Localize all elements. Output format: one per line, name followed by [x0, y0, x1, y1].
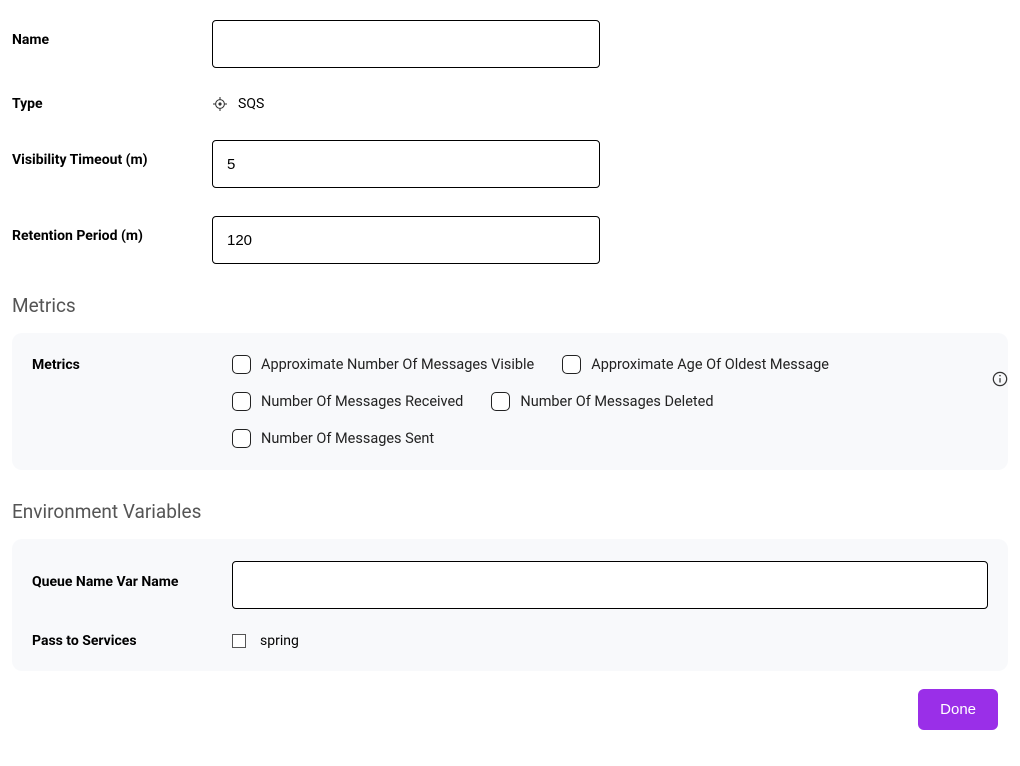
section-title-metrics: Metrics — [12, 294, 1008, 317]
row-retention-period: Retention Period (m) — [12, 216, 1008, 264]
input-retention-period[interactable] — [212, 216, 600, 264]
checkbox-label-approx-age: Approximate Age Of Oldest Message — [591, 356, 829, 373]
label-visibility-timeout: Visibility Timeout (m) — [12, 140, 212, 168]
checkbox-item-deleted: Number Of Messages Deleted — [491, 392, 713, 411]
info-icon[interactable] — [992, 371, 1008, 391]
checkbox-label-sent: Number Of Messages Sent — [261, 430, 434, 447]
row-name: Name — [12, 20, 1008, 68]
checkbox-label-received: Number Of Messages Received — [261, 393, 463, 410]
checkbox-item-sent: Number Of Messages Sent — [232, 429, 434, 448]
label-pass-services: Pass to Services — [32, 633, 232, 649]
panel-env: Queue Name Var Name Pass to Services spr… — [12, 539, 1008, 671]
section-title-env: Environment Variables — [12, 500, 1008, 523]
input-queue-var[interactable] — [232, 561, 988, 609]
row-pass-services: Pass to Services spring — [32, 633, 988, 649]
label-name: Name — [12, 20, 212, 48]
checkbox-deleted[interactable] — [491, 392, 510, 411]
label-retention-period: Retention Period (m) — [12, 216, 212, 244]
input-name[interactable] — [212, 20, 600, 68]
checkbox-item-approx-visible: Approximate Number Of Messages Visible — [232, 355, 534, 374]
row-visibility-timeout: Visibility Timeout (m) — [12, 140, 1008, 188]
checkbox-item-received: Number Of Messages Received — [232, 392, 463, 411]
panel-metrics: Metrics Approximate Number Of Messages V… — [12, 333, 1008, 470]
checkbox-item-approx-age: Approximate Age Of Oldest Message — [562, 355, 829, 374]
sqs-icon — [212, 96, 228, 112]
label-type: Type — [12, 96, 212, 112]
row-queue-var: Queue Name Var Name — [32, 561, 988, 609]
checkbox-label-deleted: Number Of Messages Deleted — [520, 393, 713, 410]
label-queue-var: Queue Name Var Name — [32, 561, 232, 593]
checkbox-label-approx-visible: Approximate Number Of Messages Visible — [261, 356, 534, 373]
checkbox-sent[interactable] — [232, 429, 251, 448]
row-type: Type SQS — [12, 96, 1008, 112]
done-button[interactable]: Done — [918, 689, 998, 730]
checkbox-received[interactable] — [232, 392, 251, 411]
label-metrics: Metrics — [32, 355, 232, 373]
value-type: SQS — [238, 96, 264, 112]
footer: Done — [12, 689, 1008, 730]
checkbox-approx-visible[interactable] — [232, 355, 251, 374]
checkbox-approx-age[interactable] — [562, 355, 581, 374]
checkbox-spring[interactable] — [232, 634, 246, 648]
input-visibility-timeout[interactable] — [212, 140, 600, 188]
checkbox-label-spring: spring — [260, 633, 299, 649]
